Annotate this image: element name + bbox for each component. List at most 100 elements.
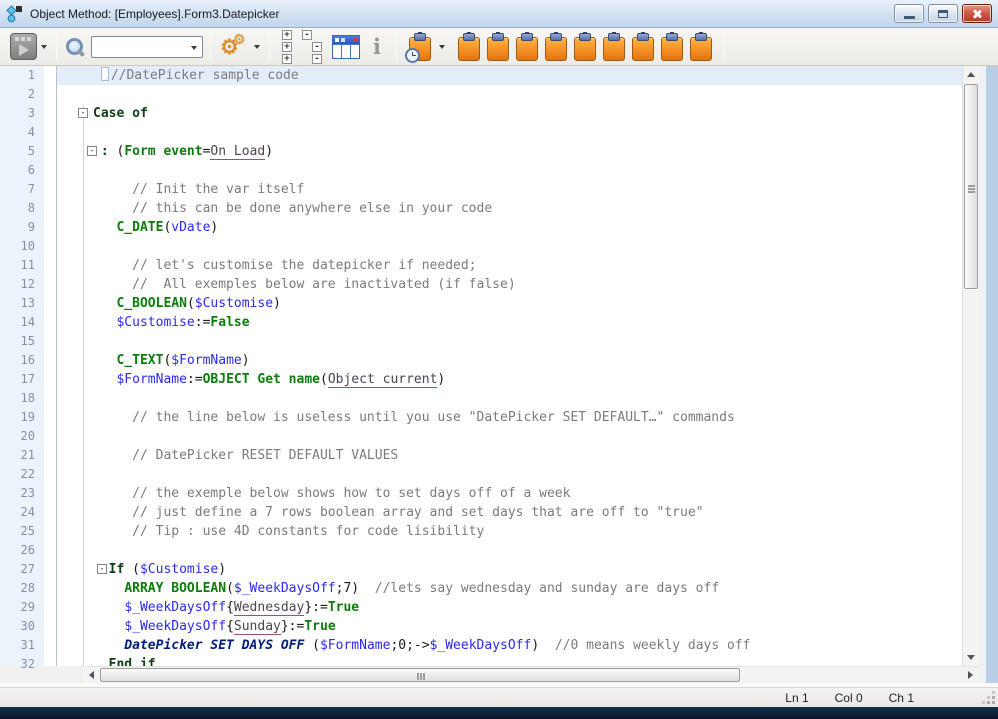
breakpoint-margin[interactable] (44, 66, 57, 666)
code-line-2[interactable] (57, 85, 962, 104)
code-line-32[interactable]: End if (57, 655, 962, 666)
vertical-scrollbar[interactable] (962, 66, 979, 666)
method-editor-window: Object Method: [Employees].Form3.Datepic… (0, 0, 998, 719)
clipboard-1[interactable] (458, 33, 480, 61)
line-number: 27 (0, 560, 44, 579)
fold-toggle-icon[interactable]: - (97, 564, 107, 574)
clipboard-5[interactable] (574, 33, 596, 61)
code-line-24[interactable]: // just define a 7 rows boolean array an… (57, 503, 962, 522)
code-line-25[interactable]: // Tip : use 4D constants for code lisib… (57, 522, 962, 541)
code-line-22[interactable] (57, 465, 962, 484)
code-line-13[interactable]: C_BOOLEAN($Customise) (57, 294, 962, 313)
horizontal-scroll-track[interactable] (100, 667, 962, 683)
scroll-down-button[interactable] (963, 649, 979, 666)
code-line-26[interactable] (57, 541, 962, 560)
code-line-31[interactable]: DatePicker SET DAYS OFF ($FormName;0;->$… (57, 636, 962, 655)
clock-icon (405, 48, 420, 63)
code-line-7[interactable]: // Init the var itself (57, 180, 962, 199)
code-line-21[interactable]: // DatePicker RESET DEFAULT VALUES (57, 446, 962, 465)
code-line-10[interactable] (57, 237, 962, 256)
code-line-11[interactable]: // let's customise the datepicker if nee… (57, 256, 962, 275)
toolbar-separator (210, 33, 211, 61)
minimize-button[interactable] (894, 4, 924, 23)
line-number: 20 (0, 427, 44, 446)
search-combobox[interactable] (91, 36, 203, 58)
execute-method-button[interactable] (8, 31, 49, 62)
line-number: 3 (0, 104, 44, 123)
line-number: 15 (0, 332, 44, 351)
fold-toggle-icon[interactable]: - (87, 146, 97, 156)
line-number: 16 (0, 351, 44, 370)
code-line-9[interactable]: C_DATE(vDate) (57, 218, 962, 237)
clipboard-8[interactable] (661, 33, 683, 61)
code-line-3[interactable]: -Case of (57, 104, 962, 123)
clipboard-3[interactable] (516, 33, 538, 61)
window-frame-right (979, 66, 998, 666)
code-line-16[interactable]: C_TEXT($FormName) (57, 351, 962, 370)
clipboard-9[interactable] (690, 33, 712, 61)
code-line-14[interactable]: $Customise:=False (57, 313, 962, 332)
code-line-12[interactable]: // All exemples below are inactivated (i… (57, 275, 962, 294)
code-line-8[interactable]: // this can be done anywhere else in you… (57, 199, 962, 218)
line-number: 1 (0, 66, 44, 85)
code-line-28[interactable]: ARRAY BOOLEAN($_WeekDaysOff;7) //lets sa… (57, 579, 962, 598)
horizontal-scrollbar-row (0, 666, 998, 683)
fold-toggle-icon[interactable]: - (78, 108, 88, 118)
horizontal-scroll-thumb[interactable] (100, 668, 740, 682)
line-number: 14 (0, 313, 44, 332)
clipboard-4[interactable] (545, 33, 567, 61)
status-column: Col 0 (835, 691, 863, 705)
vertical-scroll-thumb[interactable] (964, 84, 978, 289)
line-number: 9 (0, 218, 44, 237)
scroll-left-button[interactable] (83, 667, 100, 683)
search-icon (64, 36, 86, 58)
collapse-all-icon: - (302, 30, 312, 40)
scroll-right-button[interactable] (962, 667, 979, 683)
scroll-up-button[interactable] (963, 66, 979, 83)
line-number: 4 (0, 123, 44, 142)
maximize-button[interactable] (928, 4, 958, 23)
paste-history-button[interactable] (404, 31, 447, 63)
chevron-down-icon (254, 45, 260, 49)
line-number: 31 (0, 636, 44, 655)
show-form-button[interactable] (332, 35, 360, 59)
code-editor[interactable]: 1234567891011121314151617181920212223242… (0, 66, 998, 666)
code-area[interactable]: //DatePicker sample code -Case of - : (For… (57, 66, 962, 666)
code-line-6[interactable] (57, 161, 962, 180)
code-line-27[interactable]: - If ($Customise) (57, 560, 962, 579)
line-number: 30 (0, 617, 44, 636)
code-line-1[interactable]: //DatePicker sample code (57, 66, 962, 85)
code-line-18[interactable] (57, 389, 962, 408)
code-line-23[interactable]: // the exemple below shows how to set da… (57, 484, 962, 503)
horizontal-scrollbar[interactable] (83, 666, 979, 683)
vertical-scroll-track[interactable] (963, 83, 979, 649)
code-line-20[interactable] (57, 427, 962, 446)
close-button[interactable] (962, 4, 992, 23)
line-number: 12 (0, 275, 44, 294)
method-options-button[interactable]: ⚙ ⚙ (218, 31, 262, 63)
expand-all-button[interactable]: + + + (282, 30, 292, 64)
chevron-down-icon (191, 46, 197, 50)
collapse-all-button[interactable]: - - - (302, 30, 322, 64)
clipboard-6[interactable] (603, 33, 625, 61)
code-line-17[interactable]: $FormName:=OBJECT Get name(Object curren… (57, 370, 962, 389)
arrow-down-icon (967, 655, 975, 660)
status-line: Ln 1 (785, 691, 808, 705)
code-line-15[interactable] (57, 332, 962, 351)
resize-grip[interactable] (983, 692, 995, 704)
information-button[interactable]: i (373, 34, 381, 60)
line-number: 28 (0, 579, 44, 598)
code-line-4[interactable] (57, 123, 962, 142)
clipboard-7[interactable] (632, 33, 654, 61)
code-line-30[interactable]: $_WeekDaysOff{Sunday}:=True (57, 617, 962, 636)
line-number-gutter: 1234567891011121314151617181920212223242… (0, 66, 44, 666)
clipboard-2[interactable] (487, 33, 509, 61)
code-line-5[interactable]: - : (Form event=On Load) (57, 142, 962, 161)
code-line-29[interactable]: $_WeekDaysOff{Wednesday}:=True (57, 598, 962, 617)
line-number: 29 (0, 598, 44, 617)
line-number: 23 (0, 484, 44, 503)
code-line-19[interactable]: // the line below is useless until you u… (57, 408, 962, 427)
line-number: 25 (0, 522, 44, 541)
title-bar[interactable]: Object Method: [Employees].Form3.Datepic… (0, 0, 998, 28)
search-input[interactable] (92, 37, 182, 55)
